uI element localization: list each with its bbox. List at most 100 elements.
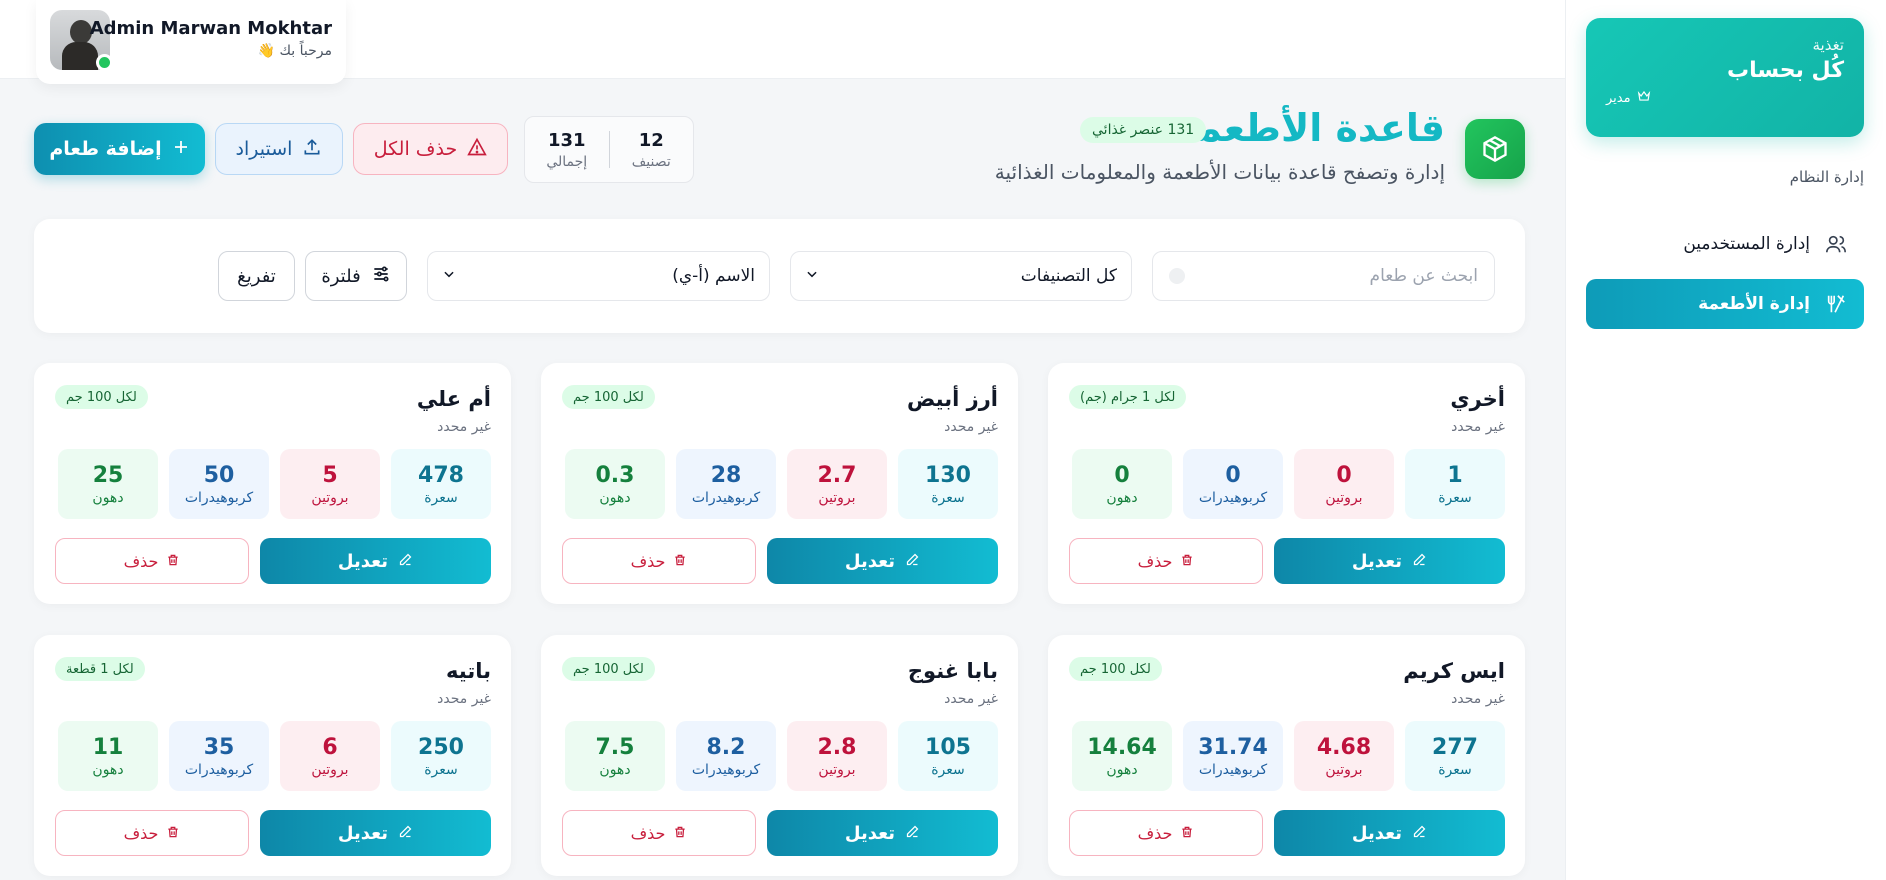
- delete-label: حذف: [1137, 823, 1173, 843]
- edit-button[interactable]: تعديل: [260, 538, 491, 584]
- food-category: غير محدد: [944, 419, 998, 435]
- chevron-down-icon: [442, 266, 456, 286]
- fat-box: 7.5 دهون: [565, 721, 665, 791]
- search-input[interactable]: ابحث عن طعام: [1152, 251, 1495, 301]
- trash-icon: [673, 552, 687, 571]
- calories-label: سعرة: [931, 489, 965, 506]
- delete-all-button[interactable]: حذف الكل: [353, 123, 508, 175]
- trash-icon: [166, 552, 180, 571]
- stats-box: 131 إجمالي 12 تصنيف: [524, 116, 694, 183]
- calories-box: 277 سعرة: [1405, 721, 1505, 791]
- category-select-value: كل التصنيفات: [1020, 266, 1117, 286]
- delete-button[interactable]: حذف: [1069, 538, 1263, 584]
- delete-button[interactable]: حذف: [55, 810, 249, 856]
- clear-button[interactable]: تفريغ: [218, 251, 295, 301]
- stat-categories: 12 تصنيف: [610, 117, 694, 182]
- protein-box: 0 بروتين: [1294, 449, 1394, 519]
- fat-value: 0.3: [595, 462, 635, 488]
- chevron-down-icon: [805, 266, 819, 286]
- brand-title: كُل بحساب: [1727, 58, 1844, 83]
- food-name: ايس كريم: [1403, 659, 1505, 683]
- filter-button[interactable]: فلترة: [305, 251, 407, 301]
- sidebar-item-foods[interactable]: إدارة الأطعمة: [1586, 279, 1864, 329]
- food-category: غير محدد: [944, 691, 998, 707]
- fat-box: 0 دهون: [1072, 449, 1172, 519]
- search-icon: [1169, 268, 1185, 284]
- edit-button[interactable]: تعديل: [767, 810, 998, 856]
- system-section-label: إدارة النظام: [1789, 168, 1864, 186]
- protein-value: 5: [322, 462, 338, 488]
- food-name: أخري: [1450, 387, 1505, 411]
- trash-icon: [1180, 552, 1194, 571]
- user-name: Admin Marwan Mokhtar: [89, 18, 332, 39]
- protein-label: بروتين: [311, 489, 349, 506]
- trash-icon: [166, 824, 180, 843]
- food-card: أرز أبيض غير محدد لكل 100 جم 130 سعرة 2.…: [541, 363, 1018, 604]
- sort-select[interactable]: الاسم (أ-ي): [427, 251, 770, 301]
- fat-value: 0: [1114, 462, 1130, 488]
- edit-button[interactable]: تعديل: [260, 810, 491, 856]
- carbs-value: 35: [203, 734, 235, 760]
- add-food-button[interactable]: إضافة طعام: [34, 123, 205, 175]
- sidebar: تغذية كُل بحساب مدير إدارة النظام إدارة …: [1565, 0, 1886, 880]
- category-select[interactable]: كل التصنيفات: [790, 251, 1132, 301]
- delete-button[interactable]: حذف: [562, 810, 756, 856]
- carbs-label: كربوهيدرات: [1198, 761, 1268, 778]
- calories-value: 105: [925, 734, 971, 760]
- food-name: بابا غنوج: [907, 659, 998, 683]
- calories-box: 105 سعرة: [898, 721, 998, 791]
- pencil-icon: [1412, 823, 1427, 844]
- sidebar-item-label: إدارة الأطعمة: [1698, 294, 1810, 314]
- user-chip[interactable]: Admin Marwan Mokhtar مرحباً بك 👋: [36, 0, 346, 84]
- delete-all-label: حذف الكل: [373, 138, 458, 160]
- brand-role: مدير: [1606, 89, 1844, 107]
- brand-role-label: مدير: [1606, 90, 1631, 106]
- fat-value: 11: [92, 734, 124, 760]
- delete-label: حذف: [123, 551, 159, 571]
- import-button[interactable]: استيراد: [215, 123, 343, 175]
- pencil-icon: [398, 551, 413, 572]
- protein-box: 6 بروتين: [280, 721, 380, 791]
- delete-label: حذف: [630, 823, 666, 843]
- food-card: باتيه غير محدد لكل 1 قطعة 250 سعرة 6 برو…: [34, 635, 511, 876]
- edit-button[interactable]: تعديل: [1274, 538, 1505, 584]
- sidebar-item-users[interactable]: إدارة المستخدمين: [1586, 219, 1864, 269]
- edit-label: تعديل: [337, 550, 389, 572]
- carbs-value: 28: [710, 462, 742, 488]
- carbs-box: 31.74 كربوهيدرات: [1183, 721, 1283, 791]
- protein-value: 2.7: [817, 462, 857, 488]
- delete-button[interactable]: حذف: [55, 538, 249, 584]
- protein-label: بروتين: [818, 489, 856, 506]
- food-card: ايس كريم غير محدد لكل 100 جم 277 سعرة 4.…: [1048, 635, 1525, 876]
- carbs-label: كربوهيدرات: [184, 761, 254, 778]
- filter-label: فلترة: [321, 265, 361, 287]
- edit-button[interactable]: تعديل: [1274, 810, 1505, 856]
- carbs-box: 50 كربوهيدرات: [169, 449, 269, 519]
- protein-label: بروتين: [1325, 761, 1363, 778]
- food-card: أخري غير محدد لكل 1 جرام (جم) 1 سعرة 0 ب…: [1048, 363, 1525, 604]
- fat-label: دهون: [92, 761, 124, 778]
- delete-button[interactable]: حذف: [562, 538, 756, 584]
- calories-value: 1: [1447, 462, 1463, 488]
- food-category: غير محدد: [437, 691, 491, 707]
- calories-value: 478: [418, 462, 464, 488]
- search-placeholder: ابحث عن طعام: [1369, 266, 1478, 286]
- calories-label: سعرة: [424, 761, 458, 778]
- food-count-badge: 131 عنصر غذائي: [1080, 117, 1207, 143]
- fat-value: 7.5: [595, 734, 635, 760]
- plus-icon: [172, 138, 190, 161]
- delete-button[interactable]: حذف: [1069, 810, 1263, 856]
- carbs-label: كربوهيدرات: [1198, 489, 1268, 506]
- fat-box: 0.3 دهون: [565, 449, 665, 519]
- crown-icon: [1637, 89, 1651, 107]
- calories-value: 250: [418, 734, 464, 760]
- fat-box: 25 دهون: [58, 449, 158, 519]
- pencil-icon: [905, 823, 920, 844]
- food-name: باتيه: [446, 659, 491, 683]
- carbs-value: 8.2: [706, 734, 746, 760]
- protein-label: بروتين: [818, 761, 856, 778]
- brand-card[interactable]: تغذية كُل بحساب مدير: [1586, 18, 1864, 137]
- edit-button[interactable]: تعديل: [767, 538, 998, 584]
- fat-label: دهون: [92, 489, 124, 506]
- brand-tagline: تغذية: [1812, 36, 1844, 54]
